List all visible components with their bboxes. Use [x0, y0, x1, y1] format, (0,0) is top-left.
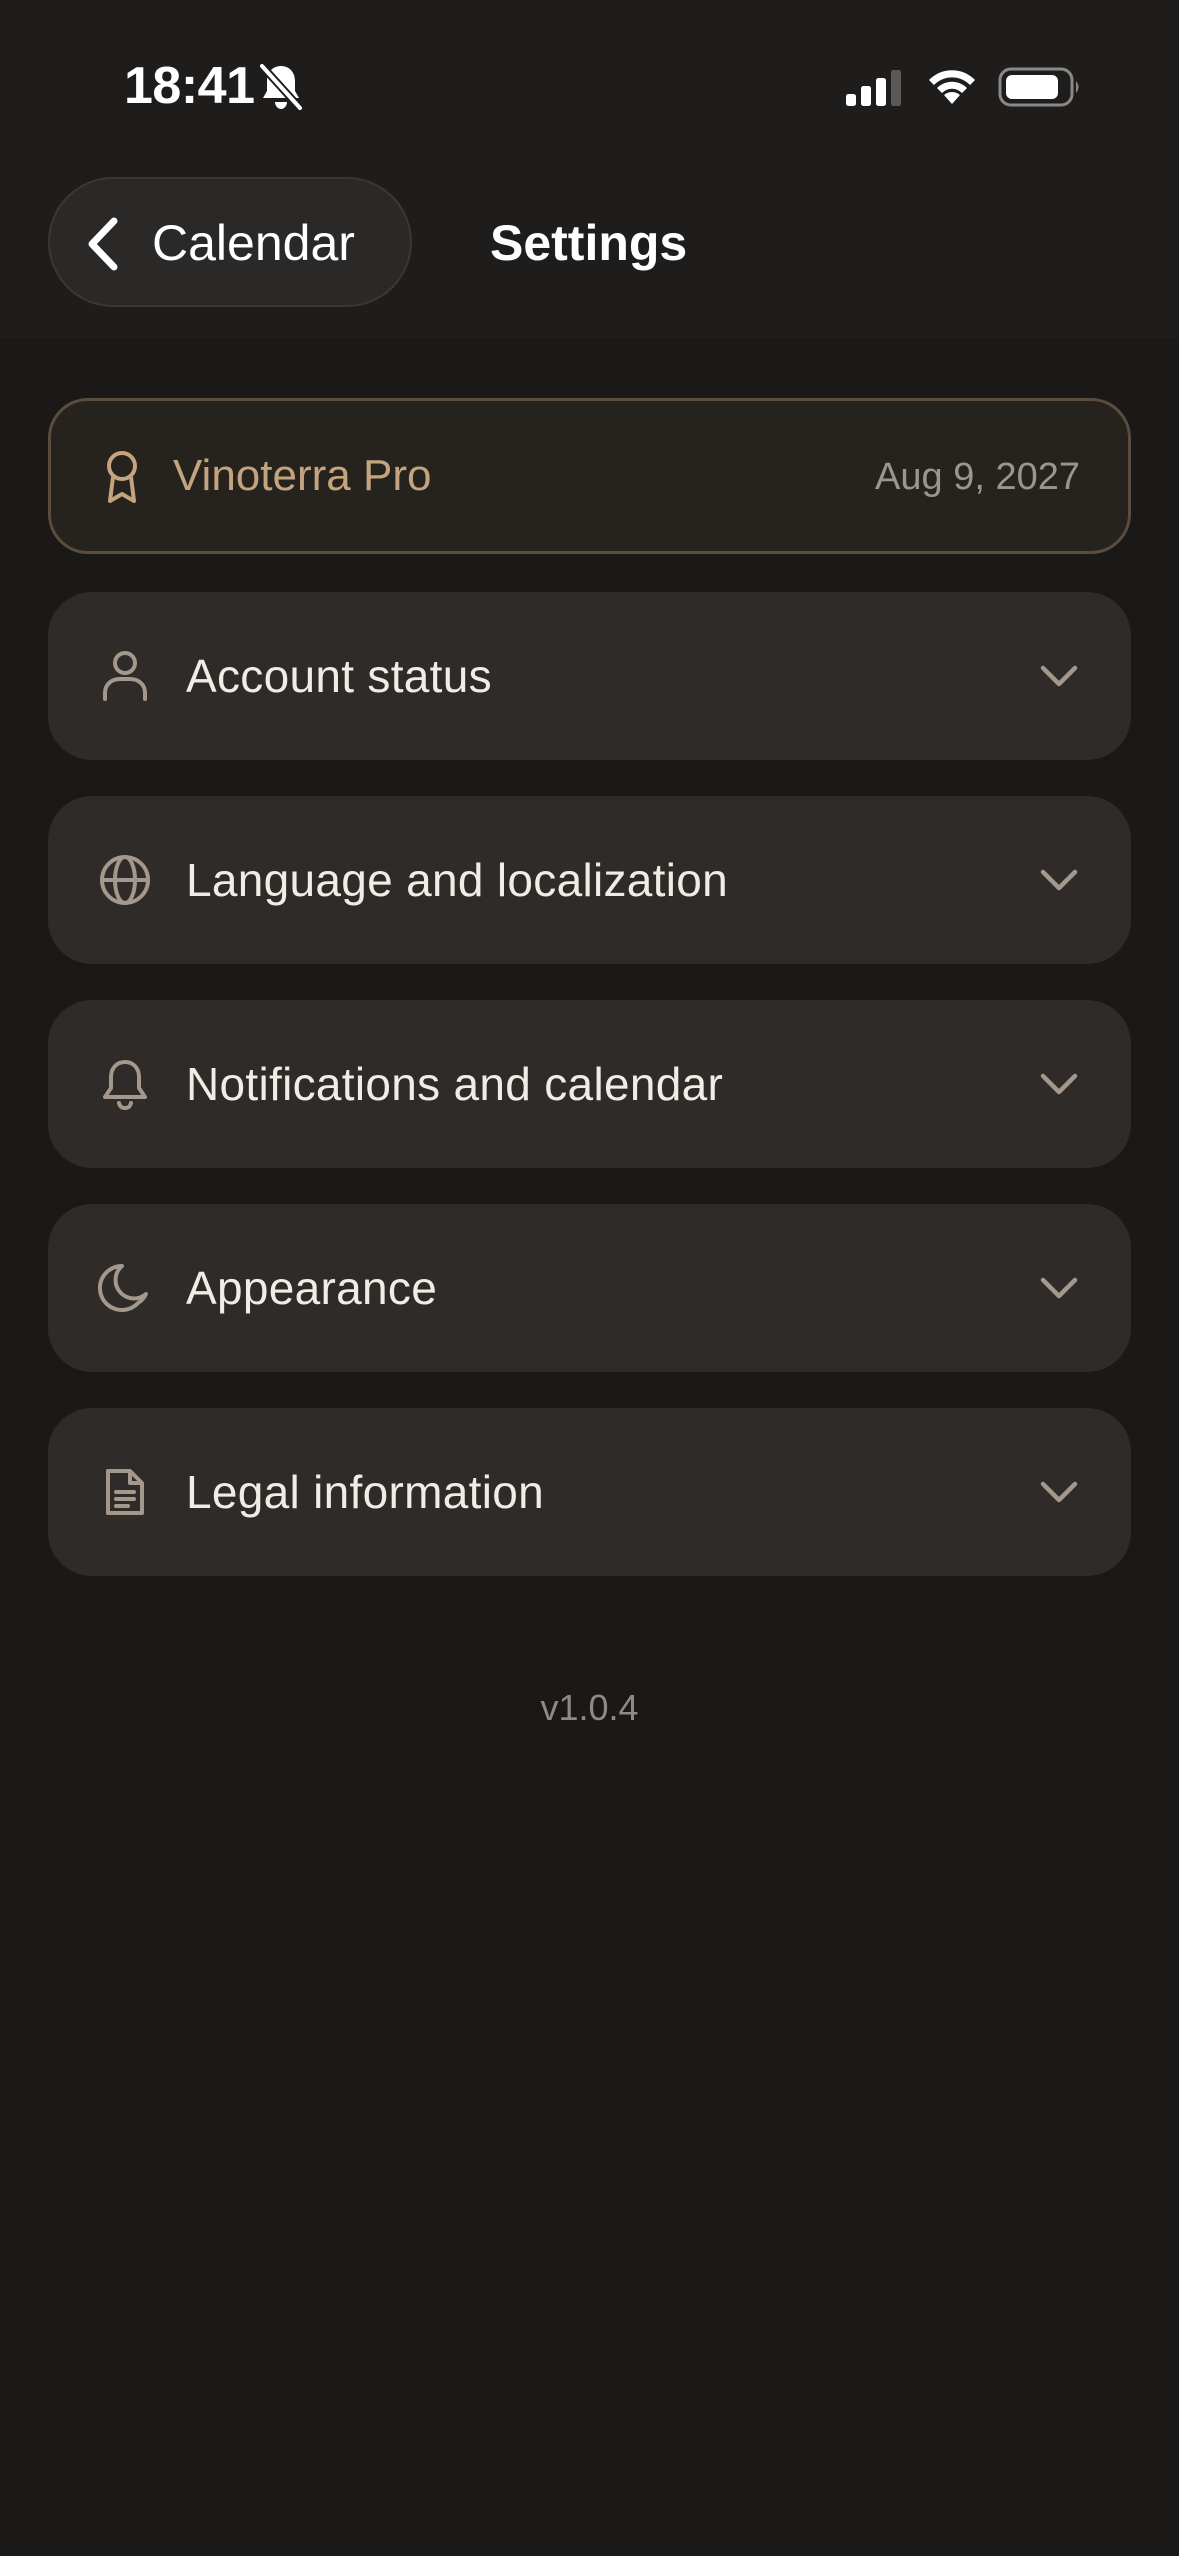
back-button-label: Calendar — [152, 215, 355, 271]
section-label: Language and localization — [186, 854, 729, 906]
bell-slash-icon — [258, 62, 304, 112]
section-appearance[interactable]: Appearance — [48, 1204, 1131, 1372]
pro-expiry-date: Aug 9, 2027 — [875, 456, 1080, 498]
back-button[interactable]: Calendar — [48, 177, 412, 307]
chevron-down-icon — [1040, 1481, 1078, 1503]
page-title: Settings — [490, 215, 688, 271]
battery-icon — [998, 67, 1079, 107]
globe-icon — [100, 855, 150, 905]
chevron-left-icon — [88, 217, 118, 271]
section-account-status[interactable]: Account status — [48, 592, 1131, 760]
section-legal-information[interactable]: Legal information — [48, 1408, 1131, 1576]
section-label: Account status — [186, 650, 492, 702]
cellular-signal-icon — [846, 70, 901, 106]
section-notifications-calendar[interactable]: Notifications and calendar — [48, 1000, 1131, 1168]
bell-icon — [103, 1060, 147, 1111]
status-time: 18:41 — [124, 57, 255, 115]
user-icon — [103, 651, 147, 701]
section-language-localization[interactable]: Language and localization — [48, 796, 1131, 964]
status-bar: 18:41 — [0, 0, 1179, 175]
section-label: Notifications and calendar — [186, 1058, 724, 1110]
section-label: Appearance — [186, 1262, 438, 1314]
section-label: Legal information — [186, 1466, 544, 1518]
app-version: v1.0.4 — [540, 1687, 639, 1728]
chevron-down-icon — [1040, 869, 1078, 891]
chevron-down-icon — [1040, 665, 1078, 687]
chevron-down-icon — [1040, 1277, 1078, 1299]
wifi-icon — [929, 70, 975, 104]
pro-subscription-card[interactable]: Vinoterra Pro Aug 9, 2027 — [48, 398, 1131, 554]
moon-icon — [98, 1263, 148, 1312]
pro-plan-label: Vinoterra Pro — [173, 451, 432, 500]
award-ribbon-icon — [107, 451, 137, 503]
chevron-down-icon — [1040, 1073, 1078, 1095]
document-icon — [106, 1469, 144, 1515]
